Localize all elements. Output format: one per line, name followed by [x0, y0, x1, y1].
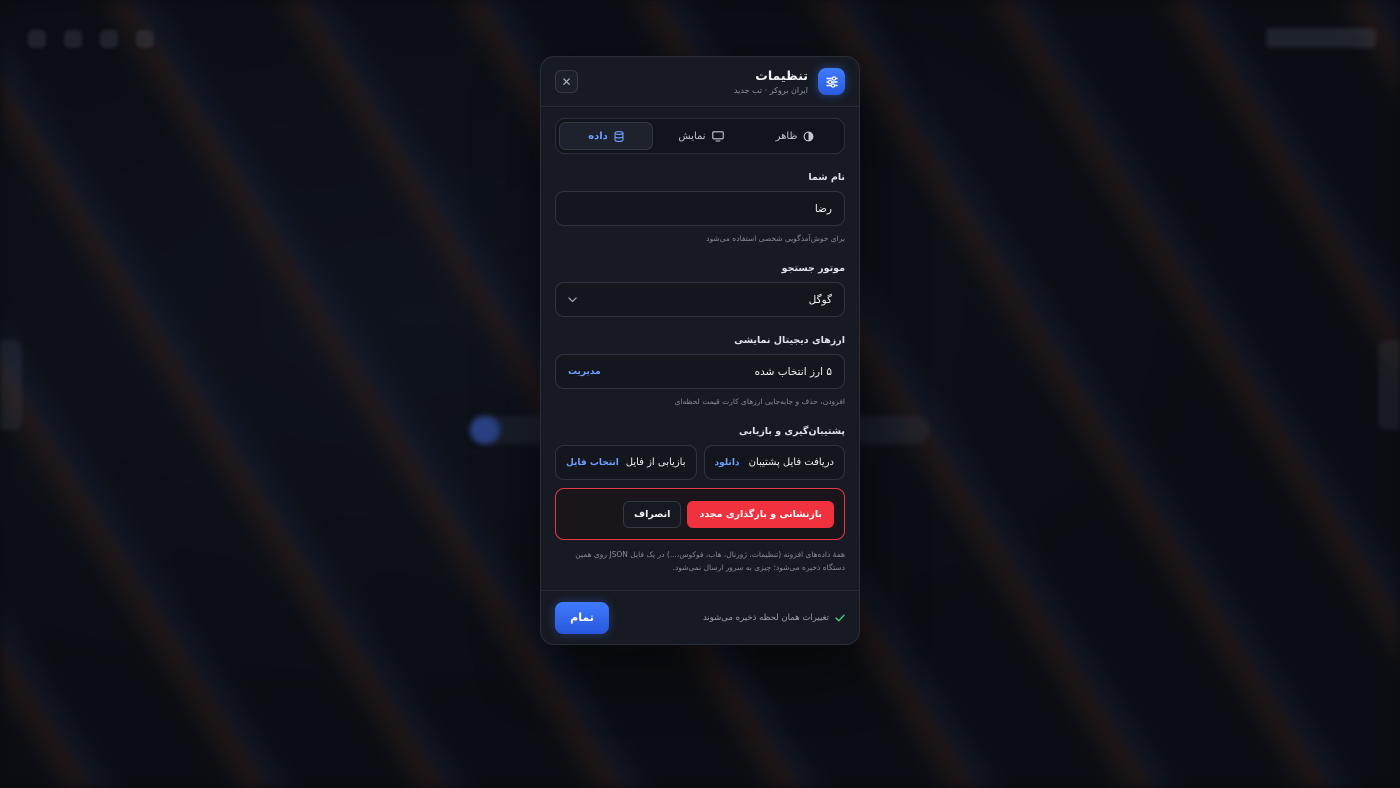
dialog-subtitle: ایران بروکر · تب جدید [733, 86, 808, 95]
name-label: نام شما [808, 172, 845, 183]
background-toolbar [28, 30, 154, 48]
autosave-status: تغییرات همان لحظه ذخیره می‌شوند [703, 613, 845, 623]
manage-crypto-button[interactable]: مدیریت [568, 367, 601, 377]
background-search-button [470, 416, 500, 444]
download-button[interactable]: دانلود [715, 458, 740, 468]
sliders-icon [818, 68, 845, 95]
name-field[interactable] [555, 191, 845, 226]
background-logo [1266, 28, 1376, 48]
close-button[interactable]: ✕ [555, 70, 578, 93]
background-icon [100, 30, 118, 48]
download-backup-box: دریافت فایل پشتیبان دانلود [703, 445, 845, 480]
close-icon: ✕ [561, 74, 572, 89]
crypto-hint: افزودن، حذف و جابه‌جایی ارزهای کارت قیمت… [674, 397, 845, 406]
background-icon [64, 30, 82, 48]
tab-label: ظاهر [775, 130, 798, 142]
crypto-label: ارزهای دیجیتال نمایشی [734, 335, 845, 346]
check-icon [835, 614, 845, 621]
search-engine-value: گوگل [808, 293, 832, 306]
restore-backup-text: بازیابی از فایل [625, 457, 686, 468]
settings-dialog: تنظیمات ایران بروکر · تب جدید ✕ ظاهر نما… [540, 56, 860, 645]
reset-reload-button[interactable]: بازنشانی و بارگذاری مجدد [687, 500, 834, 528]
backup-label: پشتیبان‌گیری و بازیابی [739, 426, 845, 437]
chevron-down-icon [568, 296, 577, 302]
autosave-text: تغییرات همان لحظه ذخیره می‌شوند [702, 612, 829, 623]
dialog-header: تنظیمات ایران بروکر · تب جدید ✕ [541, 57, 859, 107]
search-engine-label: موتور جستجو [781, 263, 845, 274]
search-engine-select[interactable]: گوگل [555, 282, 845, 317]
tab-label: نمایش [678, 130, 706, 142]
reset-confirm-box: بازنشانی و بارگذاری مجدد انصراف [555, 488, 845, 540]
background-icon [28, 30, 46, 48]
backup-row: دریافت فایل پشتیبان دانلود بازیابی از فا… [555, 445, 845, 480]
dialog-title: تنظیمات [755, 68, 808, 83]
tab-appearance[interactable]: ظاهر [749, 122, 841, 150]
header-text: تنظیمات ایران بروکر · تب جدید [578, 68, 808, 95]
data-storage-note: همهٔ داده‌های افزونه (تنظیمات، ژورنال، ه… [575, 550, 845, 573]
tab-display[interactable]: نمایش [655, 122, 747, 150]
crypto-summary: ۵ ارز انتخاب شده [754, 365, 832, 378]
cancel-button[interactable]: انصراف [623, 500, 682, 528]
background-side-handle-right [1378, 340, 1400, 430]
restore-backup-box: بازیابی از فایل انتخاب فایل [555, 445, 697, 480]
tab-data[interactable]: داده [559, 122, 653, 150]
contrast-icon [803, 131, 814, 141]
download-backup-text: دریافت فایل پشتیبان [748, 457, 834, 468]
crypto-field: ۵ ارز انتخاب شده مدیریت [555, 354, 845, 389]
name-input[interactable] [568, 202, 832, 215]
settings-tabs: ظاهر نمایش داده [555, 118, 845, 154]
name-hint: برای خوش‌آمدگویی شخصی استفاده می‌شود [706, 234, 845, 243]
choose-file-button[interactable]: انتخاب فایل [566, 458, 619, 468]
dialog-footer: تغییرات همان لحظه ذخیره می‌شوند تمام [541, 590, 859, 644]
database-icon [614, 130, 624, 142]
background-icon [136, 30, 154, 48]
background-side-handle-left [0, 340, 22, 430]
monitor-icon [711, 130, 724, 142]
tab-label: داده [588, 130, 608, 142]
dialog-body: نام شما برای خوش‌آمدگویی شخصی استفاده می… [541, 172, 859, 574]
done-button[interactable]: تمام [555, 601, 609, 634]
